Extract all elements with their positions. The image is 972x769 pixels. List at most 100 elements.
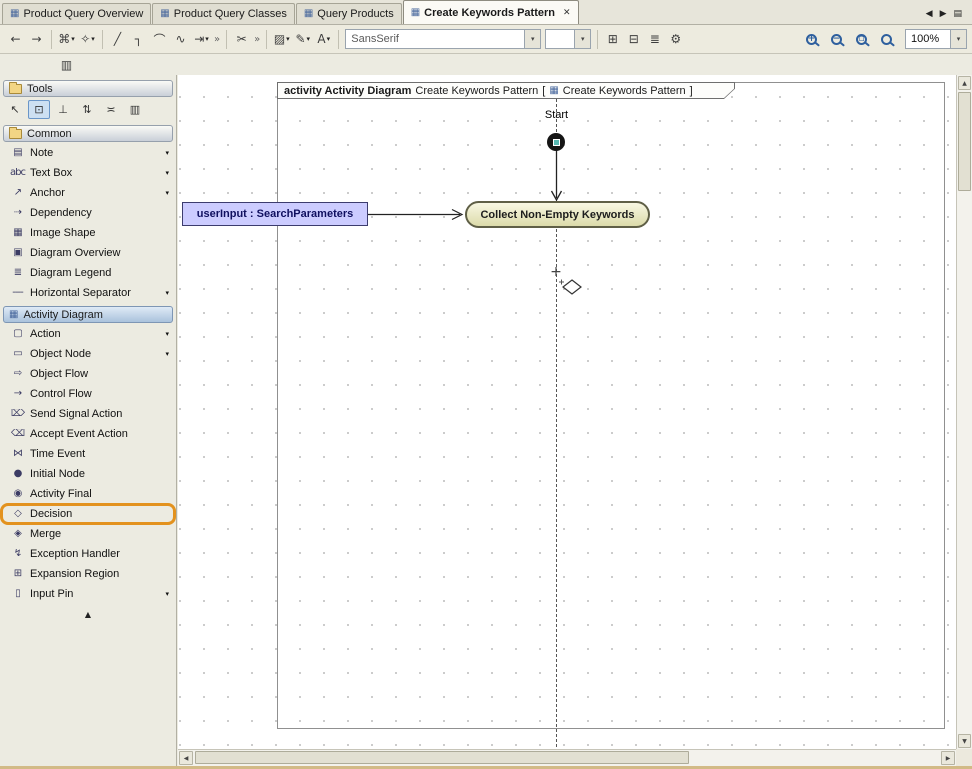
diagram-canvas[interactable]: activity Activity Diagram Create Keyword… — [178, 75, 956, 749]
zoom-out-button[interactable]: − — [826, 29, 847, 50]
palette-item-object-flow[interactable]: ⇨ Object Flow — [0, 364, 176, 384]
vertical-scroll-thumb[interactable] — [958, 92, 971, 191]
zoom-in-button[interactable]: + — [801, 29, 822, 50]
tab-list-button[interactable]: ▤ — [953, 9, 962, 19]
chevron-down-icon[interactable]: ▾ — [165, 590, 169, 598]
toolbar-overflow-icon[interactable]: » — [254, 34, 260, 45]
pen-color-button[interactable]: ✎▾ — [292, 29, 313, 50]
forward-button[interactable]: → — [26, 29, 47, 50]
shapes-tool-button[interactable]: ✧▾ — [77, 29, 98, 50]
palette-item-send-signal-action[interactable]: ⌦ Send Signal Action — [0, 404, 176, 424]
action-node-shape[interactable]: Collect Non-Empty Keywords — [465, 201, 650, 228]
palette-item-exception-handler[interactable]: ↯ Exception Handler — [0, 544, 176, 564]
chevron-down-icon[interactable]: ▾ — [165, 149, 169, 157]
next-tab-button[interactable]: ▶ — [940, 9, 947, 19]
chevron-down-icon[interactable]: ▾ — [165, 330, 169, 338]
font-size-select[interactable]: ▾ — [545, 29, 591, 49]
palette-item-activity-final[interactable]: ◉ Activity Final — [0, 484, 176, 504]
chevron-down-icon[interactable]: ▾ — [165, 169, 169, 177]
chevron-down-icon[interactable]: ▾ — [91, 35, 95, 43]
object-flow-arrow[interactable] — [368, 207, 465, 222]
fill-color-button[interactable]: ▨▾ — [271, 29, 292, 50]
path-style-button[interactable]: ⇥▾ — [191, 29, 212, 50]
chevron-down-icon[interactable]: ▾ — [286, 35, 290, 43]
palette-item-text-box[interactable]: abc Text Box ▾ — [0, 163, 176, 183]
ungroup-button[interactable]: ⊟ — [623, 29, 644, 50]
palette-scroll-up-button[interactable]: ▲ — [0, 604, 176, 619]
chevron-down-icon[interactable]: ▾ — [950, 30, 966, 48]
tab-label: Create Keywords Pattern — [424, 7, 555, 19]
font-color-button[interactable]: A▾ — [313, 29, 334, 50]
palette-item-time-event[interactable]: ⋈ Time Event — [0, 444, 176, 464]
structure-tool-button[interactable]: ⌘▾ — [56, 29, 77, 50]
tab-product-query-overview[interactable]: ▦ Product Query Overview — [2, 3, 151, 24]
palette-section-common[interactable]: Common — [3, 125, 173, 142]
chevron-down-icon[interactable]: ▾ — [205, 35, 209, 43]
zoom-level-select[interactable]: 100% ▾ — [905, 29, 967, 49]
palette-item-object-node[interactable]: ▭ Object Node ▾ — [0, 344, 176, 364]
resize-tool-button[interactable]: ≍ — [100, 100, 122, 119]
diagram-frame-header[interactable]: activity Activity Diagram Create Keyword… — [277, 82, 735, 99]
curved-path-button[interactable]: ⌒ — [149, 29, 170, 50]
cut-button[interactable]: ✂ — [231, 29, 252, 50]
close-icon[interactable]: ✕ — [563, 8, 571, 18]
swimlane-tool-button[interactable]: ▥ — [124, 100, 146, 119]
swimlanes-button[interactable]: ▥ — [56, 55, 77, 76]
scroll-left-button[interactable]: ◀ — [179, 751, 193, 765]
oblique-path-button[interactable]: ╱ — [107, 29, 128, 50]
vertical-scrollbar[interactable]: ▲ ▼ — [956, 75, 972, 749]
zoom-selection-button[interactable]: ▫ — [851, 29, 872, 50]
chevron-down-icon[interactable]: ▾ — [71, 35, 75, 43]
tab-product-query-classes[interactable]: ▦ Product Query Classes — [152, 3, 295, 24]
previous-tab-button[interactable]: ◀ — [926, 9, 933, 19]
object-node-shape[interactable]: userInput : SearchParameters — [182, 202, 368, 226]
diagram-properties-button[interactable]: ⚙ — [665, 29, 686, 50]
palette-item-accept-event-action[interactable]: ⌫ Accept Event Action — [0, 424, 176, 444]
palette-item-input-pin[interactable]: ▯ Input Pin ▾ — [0, 584, 176, 604]
distribute-tool-button[interactable]: ⇅ — [76, 100, 98, 119]
chevron-down-icon[interactable]: ▾ — [327, 35, 331, 43]
rectilinear-path-button[interactable]: ┐ — [128, 29, 149, 50]
palette-item-diagram-legend[interactable]: ≣ Diagram Legend — [0, 263, 176, 283]
palette-item-note[interactable]: ▤ Note ▾ — [0, 143, 176, 163]
palette-item-control-flow[interactable]: → Control Flow — [0, 384, 176, 404]
scroll-up-button[interactable]: ▲ — [958, 76, 971, 90]
palette-item-decision[interactable]: ◇ Decision — [0, 503, 176, 525]
order-button[interactable]: ≣ — [644, 29, 665, 50]
control-flow-arrow[interactable] — [549, 151, 564, 203]
toolbar-overflow-icon[interactable]: » — [214, 34, 220, 45]
selection-tool-button[interactable]: ⊡ — [28, 100, 50, 119]
align-tool-button[interactable]: ⊥ — [52, 100, 74, 119]
spline-path-button[interactable]: ∿ — [170, 29, 191, 50]
palette-item-action[interactable]: ▢ Action ▾ — [0, 324, 176, 344]
chevron-down-icon[interactable]: ▾ — [574, 30, 590, 48]
palette-item-diagram-overview[interactable]: ▣ Diagram Overview — [0, 243, 176, 263]
scroll-right-button[interactable]: ▶ — [941, 751, 955, 765]
palette-item-initial-node[interactable]: ● Initial Node — [0, 464, 176, 484]
scroll-down-button[interactable]: ▼ — [958, 734, 971, 748]
font-family-select[interactable]: SansSerif ▾ — [345, 29, 541, 49]
group-button[interactable]: ⊞ — [602, 29, 623, 50]
chevron-down-icon[interactable]: ▾ — [524, 30, 540, 48]
palette-item-horizontal-separator[interactable]: ---- Horizontal Separator ▾ — [0, 283, 176, 303]
tab-query-products[interactable]: ▦ Query Products — [296, 3, 402, 24]
back-button[interactable]: ← — [5, 29, 26, 50]
initial-node-shape[interactable] — [547, 133, 565, 151]
palette-item-merge[interactable]: ◈ Merge — [0, 524, 176, 544]
palette-section-activity-diagram[interactable]: ▦ Activity Diagram — [3, 306, 173, 323]
pointer-tool-button[interactable]: ↖ — [4, 100, 26, 119]
palette-item-anchor[interactable]: ↗ Anchor ▾ — [0, 183, 176, 203]
palette-item-image-shape[interactable]: ▦ Image Shape — [0, 223, 176, 243]
chevron-down-icon[interactable]: ▾ — [165, 350, 169, 358]
chevron-down-icon[interactable]: ▾ — [165, 289, 169, 297]
chevron-down-icon[interactable]: ▾ — [307, 35, 311, 43]
chevron-down-icon[interactable]: ▾ — [165, 189, 169, 197]
zoom-fit-button[interactable] — [876, 29, 897, 50]
palette-item-expansion-region[interactable]: ⊞ Expansion Region — [0, 564, 176, 584]
palette-item-dependency[interactable]: ⇢ Dependency — [0, 203, 176, 223]
palette-section-tools[interactable]: Tools — [3, 80, 173, 97]
tab-create-keywords-pattern[interactable]: ▦ Create Keywords Pattern ✕ — [403, 0, 579, 24]
horizontal-scrollbar[interactable]: ◀ ▶ — [178, 749, 956, 766]
selection-handle[interactable] — [553, 139, 560, 146]
horizontal-scroll-thumb[interactable] — [195, 751, 689, 764]
